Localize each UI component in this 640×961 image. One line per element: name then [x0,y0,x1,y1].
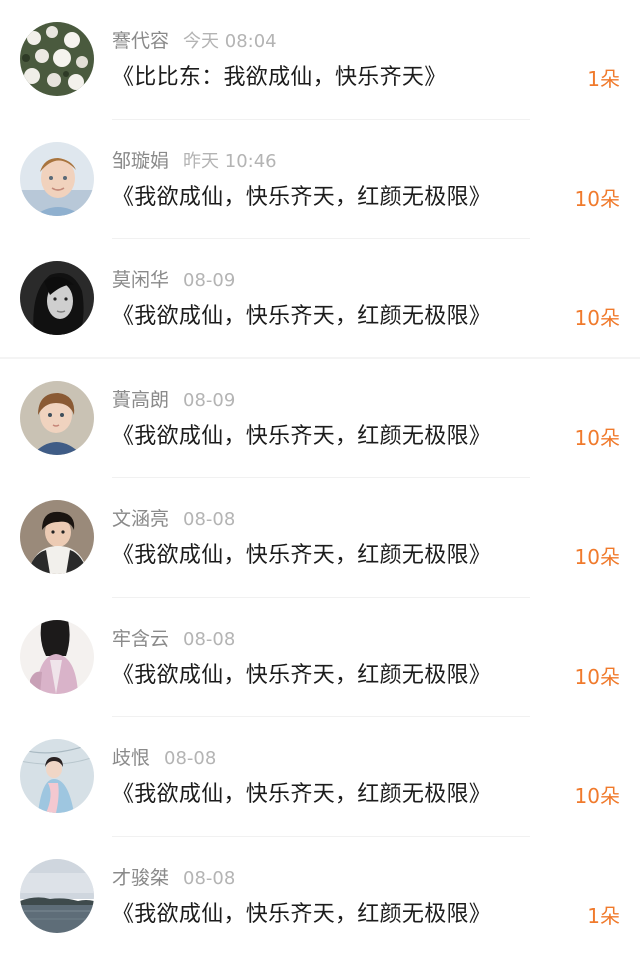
timestamp: 08-08 [164,748,217,769]
book-title[interactable]: 《我欲成仙，快乐齐天，红颜无极限》 [112,301,491,333]
user-name[interactable]: 莫闲华 [112,269,169,291]
child-avatar[interactable] [20,380,94,455]
user-name[interactable]: 牢含云 [112,628,169,650]
book-title[interactable]: 《我欲成仙，快乐齐天，红颜无极限》 [112,540,491,572]
gift-count: 10朵 [574,664,620,689]
gift-count: 10朵 [574,545,620,569]
flowers-avatar[interactable] [20,22,94,96]
woman-bw-avatar[interactable] [20,261,94,335]
list-item[interactable]: 蕢高朗 08-09 《我欲成仙，快乐齐天，红颜无极限》 10朵 [0,359,640,478]
list-item[interactable]: 莫闲华 08-09 《我欲成仙，快乐齐天，红颜无极限》 10朵 [0,239,640,359]
item-meta: 文涵亮 08-08 [112,506,235,532]
gift-count: 10朵 [574,425,620,450]
book-title[interactable]: 《比比东：我欲成仙，快乐齐天》 [112,62,447,94]
book-title[interactable]: 《我欲成仙，快乐齐天，红颜无极限》 [112,182,491,214]
gift-count: 10朵 [574,186,620,211]
book-title[interactable]: 《我欲成仙，快乐齐天，红颜无极限》 [112,660,491,692]
timestamp: 昨天 10:46 [183,150,277,172]
timestamp: 08-08 [183,509,236,530]
book-title[interactable]: 《我欲成仙，快乐齐天，红颜无极限》 [112,421,491,453]
user-name[interactable]: 歧恨 [112,747,150,769]
list-item[interactable]: 牢含云 08-08 《我欲成仙，快乐齐天，红颜无极限》 10朵 [0,598,640,717]
item-meta: 謇代容 今天 08:04 [112,28,277,54]
lake-landscape-avatar[interactable] [20,858,94,933]
gift-record-list: 謇代容 今天 08:04 《比比东：我欲成仙，快乐齐天》 1朵 邹璇娟 昨天 10:… [0,0,640,961]
list-item[interactable]: 文涵亮 08-08 《我欲成仙，快乐齐天，红颜无极限》 10朵 [0,478,640,598]
item-meta: 牢含云 08-08 [112,626,235,652]
user-name[interactable]: 蕢高朗 [112,389,169,411]
user-name[interactable]: 邹璇娟 [112,150,169,172]
boy-avatar[interactable] [20,141,94,216]
book-title[interactable]: 《我欲成仙，快乐齐天，红颜无极限》 [112,779,491,811]
gift-count: 1朵 [587,903,620,928]
user-name[interactable]: 才骏桀 [112,867,169,889]
item-meta: 蕢高朗 08-09 [112,387,235,413]
book-title[interactable]: 《我欲成仙，快乐齐天，红颜无极限》 [112,899,491,931]
item-meta: 歧恨 08-08 [112,745,216,771]
young-man-avatar[interactable] [20,500,94,574]
timestamp: 08-08 [183,867,236,889]
item-meta: 邹璇娟 昨天 10:46 [112,148,277,174]
timestamp: 08-09 [183,389,236,411]
list-item[interactable]: 才骏桀 08-08 《我欲成仙，快乐齐天，红颜无极限》 1朵 [0,837,640,957]
user-name[interactable]: 文涵亮 [112,508,169,530]
timestamp: 今天 08:04 [183,31,277,52]
timestamp: 08-08 [183,628,236,650]
gift-count: 10朵 [574,784,620,808]
timestamp: 08-09 [183,270,236,291]
hanfu-girl-avatar[interactable] [20,739,94,813]
item-meta: 才骏桀 08-08 [112,865,235,891]
girl-pink-avatar[interactable] [20,619,94,694]
item-meta: 莫闲华 08-09 [112,267,235,293]
gift-count: 10朵 [574,306,620,330]
list-item[interactable]: 歧恨 08-08 《我欲成仙，快乐齐天，红颜无极限》 10朵 [0,717,640,837]
gift-count: 1朵 [587,67,620,91]
list-item[interactable]: 謇代容 今天 08:04 《比比东：我欲成仙，快乐齐天》 1朵 [0,0,640,120]
user-name[interactable]: 謇代容 [112,30,169,52]
list-item[interactable]: 邹璇娟 昨天 10:46 《我欲成仙，快乐齐天，红颜无极限》 10朵 [0,120,640,239]
